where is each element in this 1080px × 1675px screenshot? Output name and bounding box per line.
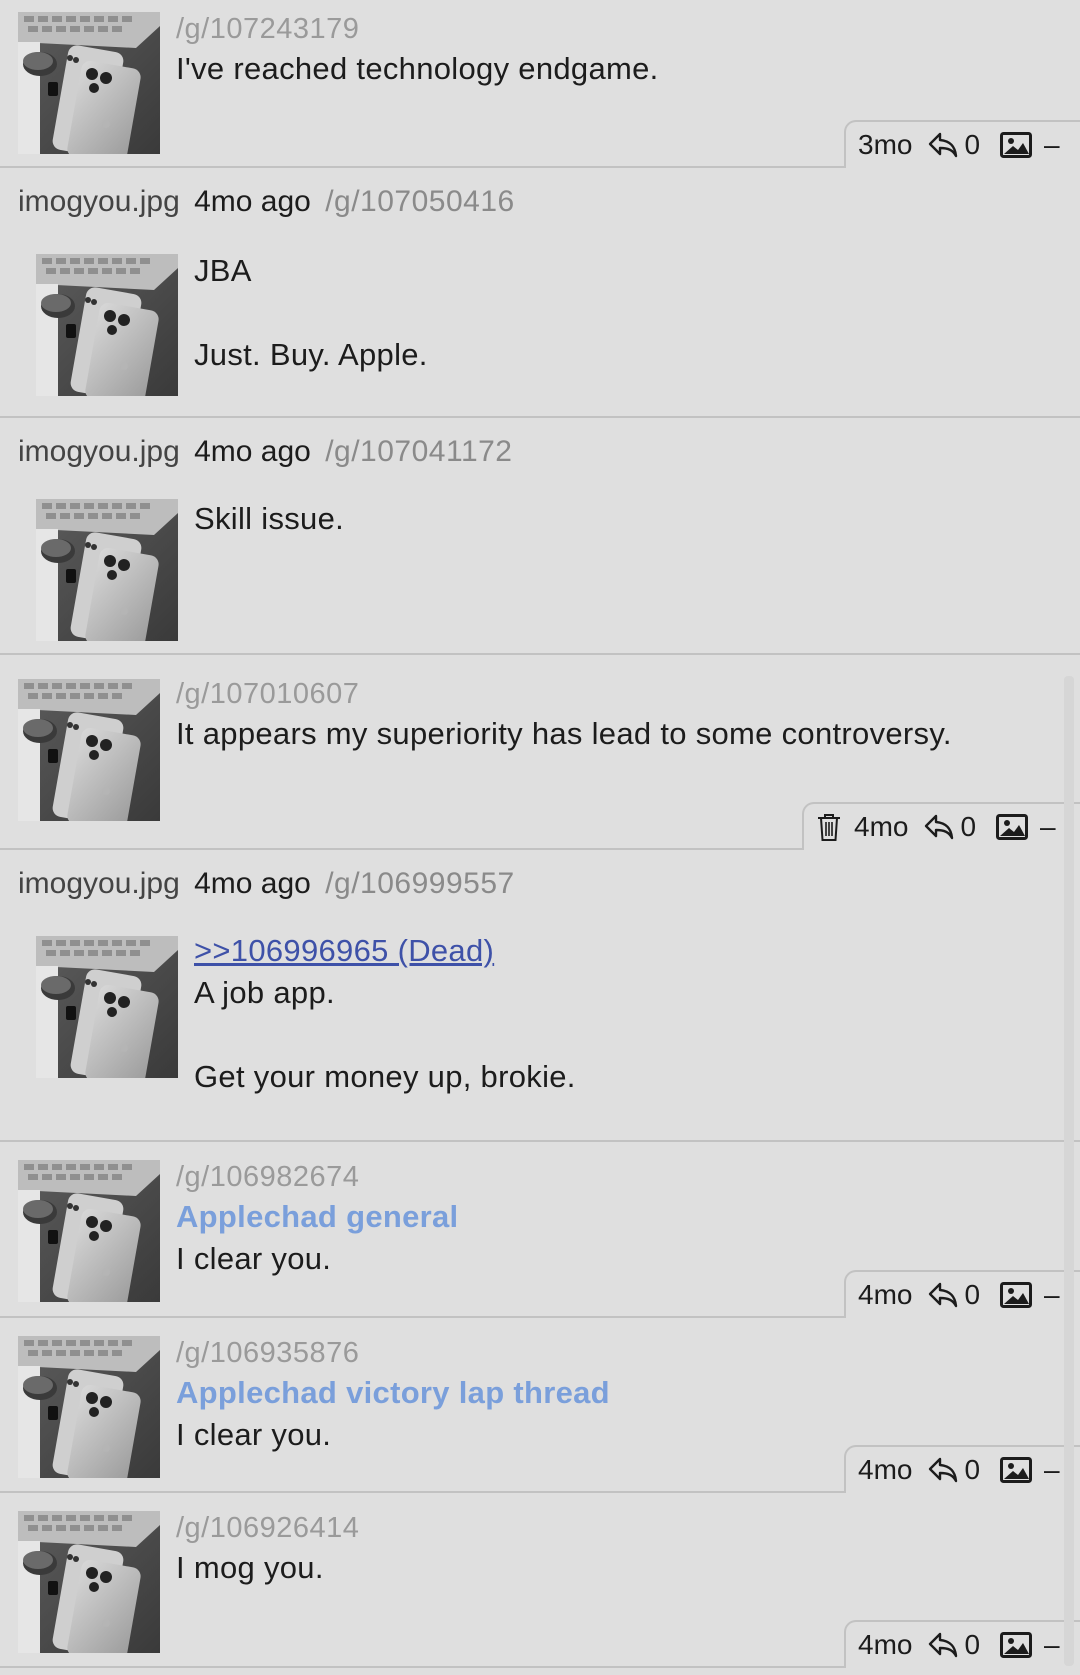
- image-icon[interactable]: [1000, 1457, 1033, 1483]
- post-thumbnail[interactable]: [36, 499, 178, 641]
- thread-subject[interactable]: Applechad general: [176, 1196, 1060, 1238]
- thread-board-id: /g/106982674: [176, 1161, 360, 1193]
- thread-subject[interactable]: Applechad victory lap thread: [176, 1372, 1060, 1414]
- minus-icon[interactable]: –: [1044, 1454, 1060, 1486]
- reply-filename[interactable]: imogyou.jpg: [18, 867, 180, 900]
- reply-header: imogyou.jpg 4mo ago /g/107050416: [18, 182, 515, 222]
- thread-board-id: /g/106935876: [176, 1337, 360, 1369]
- thread-board-id: /g/107010607: [176, 678, 360, 710]
- reply-filename[interactable]: imogyou.jpg: [18, 185, 180, 218]
- thread-text: I mog you.: [176, 1550, 324, 1585]
- reply-filename[interactable]: imogyou.jpg: [18, 435, 180, 468]
- reply-arrow-icon[interactable]: [924, 813, 954, 841]
- reply-arrow-icon[interactable]: [928, 131, 958, 159]
- reply-line: [194, 1014, 1050, 1056]
- image-icon[interactable]: [1000, 132, 1033, 158]
- reply-line: [194, 292, 1050, 334]
- thread-age: 3mo: [858, 129, 913, 160]
- thread-age: 4mo: [858, 1629, 913, 1660]
- thread-item[interactable]: /g/106935876 Applechad victory lap threa…: [0, 1318, 1080, 1493]
- thread-meta: 4mo 0 –: [844, 1270, 1080, 1318]
- reply-count: 0: [964, 1279, 981, 1310]
- thread-item[interactable]: /g/106926414 I mog you. 4mo 0 –: [0, 1493, 1080, 1668]
- thread-meta: 4mo 0 –: [844, 1445, 1080, 1493]
- thread-board-id: /g/106926414: [176, 1512, 360, 1544]
- thread-meta: 4mo 0 –: [802, 802, 1080, 850]
- image-icon[interactable]: [1000, 1282, 1033, 1308]
- reply-board-id[interactable]: /g/107050416: [325, 185, 515, 218]
- minus-icon[interactable]: –: [1044, 1629, 1060, 1661]
- post-feed: /g/107243179 I've reached technology end…: [0, 0, 1080, 1675]
- reply-arrow-icon[interactable]: [928, 1631, 958, 1659]
- image-icon[interactable]: [1000, 1632, 1033, 1658]
- reply-line: JBA: [194, 253, 252, 288]
- post-thumbnail[interactable]: [36, 936, 178, 1078]
- reply-count: 0: [964, 129, 981, 160]
- reply-line: Skill issue.: [194, 501, 345, 536]
- reply-header: imogyou.jpg 4mo ago /g/106999557: [18, 864, 515, 904]
- thread-item[interactable]: /g/107010607 It appears my superiority h…: [0, 655, 1080, 850]
- thread-item[interactable]: /g/106982674 Applechad general I clear y…: [0, 1142, 1080, 1318]
- minus-icon[interactable]: –: [1044, 129, 1060, 161]
- thread-age: 4mo: [854, 811, 909, 842]
- thread-text: I've reached technology endgame.: [176, 51, 659, 86]
- trash-icon[interactable]: [816, 812, 842, 842]
- reply-item[interactable]: imogyou.jpg 4mo ago /g/107041172 Skill i…: [0, 418, 1080, 655]
- reply-item[interactable]: imogyou.jpg 4mo ago /g/107050416 JBA Jus…: [0, 168, 1080, 418]
- reply-age: 4mo ago: [194, 867, 311, 900]
- thread-meta: 4mo 0 –: [844, 1620, 1080, 1668]
- scrollbar[interactable]: [1064, 676, 1074, 1666]
- post-thumbnail[interactable]: [18, 12, 160, 154]
- thread-item[interactable]: /g/107243179 I've reached technology end…: [0, 0, 1080, 168]
- reply-age: 4mo ago: [194, 435, 311, 468]
- post-thumbnail[interactable]: [18, 1336, 160, 1478]
- reply-arrow-icon[interactable]: [928, 1281, 958, 1309]
- reply-header: imogyou.jpg 4mo ago /g/107041172: [18, 432, 513, 472]
- post-thumbnail[interactable]: [18, 1160, 160, 1302]
- post-thumbnail[interactable]: [18, 679, 160, 821]
- reply-count: 0: [960, 811, 977, 842]
- reply-count: 0: [964, 1454, 981, 1485]
- reply-board-id[interactable]: /g/107041172: [325, 435, 512, 468]
- post-thumbnail[interactable]: [36, 254, 178, 396]
- reply-line: Get your money up, brokie.: [194, 1059, 576, 1094]
- thread-age: 4mo: [858, 1279, 913, 1310]
- thread-text: It appears my superiority has lead to so…: [176, 716, 952, 751]
- thread-age: 4mo: [858, 1454, 913, 1485]
- reply-line: Just. Buy. Apple.: [194, 337, 428, 372]
- minus-icon[interactable]: –: [1040, 811, 1056, 843]
- reply-age: 4mo ago: [194, 185, 311, 218]
- reply-board-id[interactable]: /g/106999557: [325, 867, 515, 900]
- quote-link[interactable]: >>106996965 (Dead): [194, 930, 494, 972]
- reply-arrow-icon[interactable]: [928, 1456, 958, 1484]
- image-icon[interactable]: [996, 814, 1029, 840]
- thread-meta: 3mo 0 –: [844, 120, 1080, 168]
- reply-item[interactable]: imogyou.jpg 4mo ago /g/106999557 >>10699…: [0, 850, 1080, 1142]
- post-thumbnail[interactable]: [18, 1511, 160, 1653]
- minus-icon[interactable]: –: [1044, 1279, 1060, 1311]
- thread-board-id: /g/107243179: [176, 13, 360, 45]
- reply-line: A job app.: [194, 975, 335, 1010]
- reply-count: 0: [964, 1629, 981, 1660]
